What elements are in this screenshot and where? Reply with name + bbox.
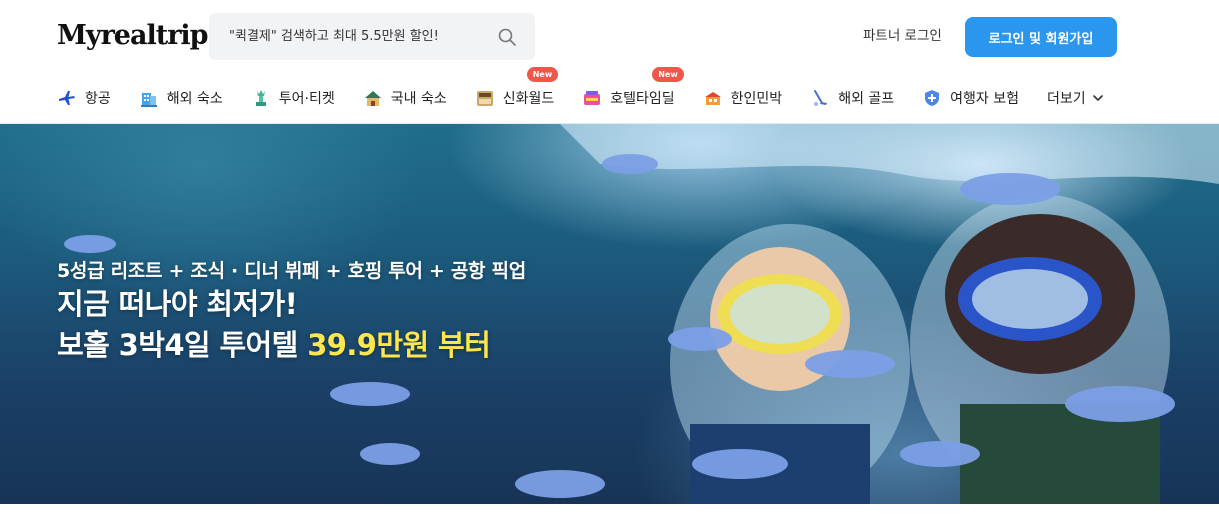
nav-item-overseas-hotels[interactable]: 해외 숙소 — [139, 76, 223, 120]
partner-login-link[interactable]: 파트너 로그인 — [863, 26, 942, 46]
chevron-down-icon — [1092, 95, 1103, 101]
hero-title-line1: 지금 떠나야 최저가! — [57, 287, 298, 321]
nav-label-shinhwa-world: 신화월드 — [502, 91, 555, 107]
guesthouse-icon — [704, 92, 721, 105]
search-icon[interactable] — [497, 27, 517, 47]
login-signup-button[interactable]: 로그인 및 회원가입 — [965, 17, 1117, 57]
nav-item-more[interactable]: 더보기 — [1047, 76, 1104, 120]
nav-label-travel-insurance: 여행자 보험 — [950, 91, 1020, 107]
search-input[interactable]: "퀵결제" 검색하고 최대 5.5만원 할인! — [229, 13, 439, 60]
nav-item-tours-tickets[interactable]: 투어·티켓 — [251, 76, 335, 120]
hero-title-line2: 보홀 3박4일 투어텔 39.9만원 부터 — [57, 325, 526, 366]
nav-item-travel-insurance[interactable]: 여행자 보험 — [922, 76, 1019, 120]
hero-subtitle: 5성급 리조트 + 조식 · 디너 뷔페 + 호핑 투어 + 공항 픽업 — [57, 260, 526, 282]
nav-label-tours-tickets: 투어·티켓 — [278, 91, 335, 107]
hero-copy: 5성급 리조트 + 조식 · 디너 뷔페 + 호핑 투어 + 공항 픽업 지금 … — [57, 258, 526, 366]
hotel-building-icon — [140, 93, 157, 107]
new-badge: New — [652, 67, 684, 82]
statue-of-liberty-icon — [255, 90, 266, 106]
nav-item-korean-guesthouse[interactable]: 한인민박 — [703, 76, 783, 120]
nav-label-hotel-time-deal: 호텔타임딜 — [610, 91, 675, 107]
hero-title-prefix: 보홀 3박4일 투어텔 — [57, 328, 308, 362]
search-bar[interactable]: "퀵결제" 검색하고 최대 5.5만원 할인! — [209, 13, 535, 60]
nav-item-domestic-stays[interactable]: 국내 숙소 — [363, 76, 447, 120]
new-badge: New — [526, 67, 559, 82]
nav-label-overseas-golf: 해외 골프 — [838, 91, 895, 107]
nav-label-domestic-stays: 국내 숙소 — [390, 91, 447, 107]
nav-label-flights: 항공 — [85, 91, 111, 107]
time-deal-icon — [584, 91, 601, 105]
nav-label-korean-guesthouse: 한인민박 — [730, 91, 783, 107]
nav-label-overseas-hotels: 해외 숙소 — [166, 91, 223, 107]
shinhwa-world-icon — [476, 91, 493, 106]
golf-icon — [814, 90, 828, 106]
myrealtrip-logo[interactable]: Myrealtrip — [57, 18, 209, 54]
hero-price: 39.9만원 부터 — [307, 328, 491, 362]
nav-item-hotel-time-deal[interactable]: New 호텔타임딜 — [582, 67, 684, 120]
nav-item-flights[interactable]: 항공 — [57, 76, 111, 120]
house-icon — [364, 91, 381, 106]
nav-item-shinhwa-world[interactable]: New 신화월드 — [475, 67, 559, 120]
nav-label-more: 더보기 — [1047, 91, 1086, 107]
hero-banner[interactable]: 5성급 리조트 + 조식 · 디너 뷔페 + 호핑 투어 + 공항 픽업 지금 … — [0, 124, 1219, 504]
shield-icon — [925, 90, 940, 106]
category-nav: 항공 해외 숙소 투어·티켓 국내 숙소 New 신화월드 New 호텔타임딜 … — [57, 67, 1104, 120]
airplane-icon — [59, 91, 75, 105]
site-header: Myrealtrip "퀵결제" 검색하고 최대 5.5만원 할인! 파트너 로… — [0, 0, 1219, 124]
nav-item-overseas-golf[interactable]: 해외 골프 — [810, 76, 894, 120]
